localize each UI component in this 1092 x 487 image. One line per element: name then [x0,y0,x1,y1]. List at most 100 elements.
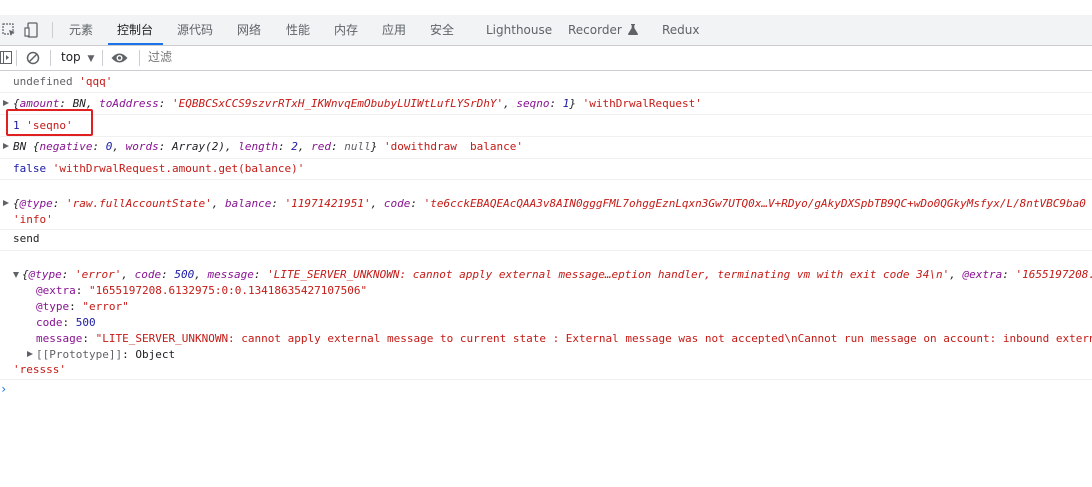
prop-key: @type [36,300,70,313]
prop-value: "error" [82,300,129,313]
tab-lighthouse[interactable]: Lighthouse [486,15,552,45]
prop-value: "LITE_SERVER_UNKNOWN: cannot apply exter… [95,332,1092,345]
context-selector[interactable]: top ▼ [61,50,94,64]
log-line: send [13,232,40,245]
prop-key: message [36,332,83,345]
log-string: 'qqq' [79,75,113,88]
tab-redux[interactable]: Redux [662,15,700,45]
clear-console-icon[interactable] [26,51,40,65]
object-preview[interactable]: {@type: 'error', code: 500, message: 'LI… [22,268,1092,281]
prototype-property[interactable]: [[Prototype]]: Object [36,348,175,361]
tabbar-divider [52,22,53,38]
console-prompt-chevron-icon[interactable]: › [0,382,7,396]
tab-network[interactable]: 网络 [237,15,261,45]
prop-value: Array(2) [171,140,225,153]
class-name: BN { [13,140,40,153]
console-filter-input[interactable] [145,48,551,66]
log-line: undefined 'qqq' [13,75,112,88]
prop-key: length [238,140,278,153]
console-message: undefined 'qqq' [0,71,1092,93]
prop-key: [[Prototype]] [36,348,123,361]
prop-value: '1655197208. [1015,268,1092,281]
object-property: code: 500 [36,316,96,329]
prop-value: 'raw.fullAccountState' [66,197,212,210]
object-preview[interactable]: {amount: BN, toAddress: 'EQBBCSxCCS9szvr… [13,97,702,110]
prop-key: balance [224,197,272,210]
prop-value: 'error' [75,268,122,281]
tab-performance[interactable]: 性能 [286,15,310,45]
inspect-element-icon[interactable] [2,23,16,37]
prop-value: "1655197208.6132975:0:0.1341863542710750… [89,284,368,297]
prop-value: 'EQBBCSxCCS9szvrRTxH_IKWnvqEmObubyLUIWtL… [171,97,504,110]
log-string: 'info' [13,213,53,226]
undefined-value: undefined [13,75,80,88]
console-message[interactable]: {amount: BN, toAddress: 'EQBBCSxCCS9szvr… [0,92,1092,115]
prop-key: code [36,316,63,329]
console-message: 1 'seqno' [0,114,1092,137]
prop-key: negative [39,140,93,153]
object-preview[interactable]: BN {negative: 0, words: Array(2), length… [13,140,523,153]
active-tab-indicator [108,43,163,45]
log-string: 'dowithdraw balance' [383,140,524,153]
prop-value: 500 [174,268,195,281]
device-toolbar-icon[interactable] [24,22,40,38]
prop-value: 500 [75,316,96,329]
collapse-arrow-icon[interactable] [13,272,19,278]
tab-recorder[interactable]: Recorder [568,15,638,45]
expand-arrow-icon[interactable] [3,200,9,206]
prop-value: 'te6cckEBAQEAcQAA3v8AIN0gggFML7ohggEznLq… [423,197,1086,210]
expand-arrow-icon[interactable] [3,100,9,106]
prop-key: code [383,197,411,210]
eye-icon[interactable] [111,52,128,64]
tab-memory[interactable]: 内存 [334,15,358,45]
console-message[interactable]: {@type: 'error', code: 500, message: 'LI… [0,250,1092,380]
prop-value: 2 [291,140,298,153]
prop-key: red [311,140,331,153]
prop-key: @type [19,197,53,210]
log-line: false 'withDrwalRequest.amount.get(balan… [13,162,304,175]
console-message[interactable]: BN {negative: 0, words: Array(2), length… [0,136,1092,159]
toolbar-divider [16,50,17,66]
prop-key: words [125,140,159,153]
prop-key: code [134,268,162,281]
tab-security[interactable]: 安全 [430,15,454,45]
tab-application[interactable]: 应用 [382,15,406,45]
log-boolean: false [13,162,53,175]
context-selector-label: top [61,50,81,64]
devtools-tabbar: 元素 控制台 源代码 网络 性能 内存 应用 安全 Lighthouse Rec… [0,15,1092,46]
console-message[interactable]: {@type: 'raw.fullAccountState', balance:… [0,179,1092,230]
prop-key: @type [28,268,62,281]
prop-value: null [344,140,371,153]
console-message: send [0,229,1092,251]
prop-key: @extra [36,284,76,297]
prop-value: Object [135,348,176,361]
sidebar-toggle-icon[interactable] [0,51,14,65]
prop-key: toAddress [99,97,159,110]
highlight-box [6,109,93,136]
prop-value: 'LITE_SERVER_UNKNOWN: cannot apply exter… [267,268,950,281]
prop-key: seqno [516,97,550,110]
console-message: false 'withDrwalRequest.amount.get(balan… [0,158,1092,180]
log-string: 'ressss' [13,363,66,376]
flask-icon [627,24,638,35]
console-toolbar: top ▼ [0,46,1092,71]
toolbar-divider [50,50,51,66]
tab-elements[interactable]: 元素 [69,15,93,45]
object-property: message: "LITE_SERVER_UNKNOWN: cannot ap… [36,332,1092,345]
prop-value: '11971421951' [284,197,371,210]
prop-key: @extra [962,268,1003,281]
toolbar-divider [139,50,140,66]
log-string: 'withDrwalRequest' [582,97,702,110]
object-property: @type: "error" [36,300,129,313]
toolbar-divider [102,50,103,66]
log-string: 'withDrwalRequest.amount.get(balance)' [52,162,305,175]
tab-sources[interactable]: 源代码 [177,15,213,45]
tab-recorder-label: Recorder [568,23,622,37]
object-property: @extra: "1655197208.6132975:0:0.13418635… [36,284,368,297]
brace: } [569,97,576,110]
expand-arrow-icon[interactable] [27,351,33,357]
object-preview[interactable]: {@type: 'raw.fullAccountState', balance:… [13,197,1086,210]
expand-arrow-icon[interactable] [3,143,9,149]
tab-console[interactable]: 控制台 [117,15,153,45]
prop-key: message [207,268,254,281]
